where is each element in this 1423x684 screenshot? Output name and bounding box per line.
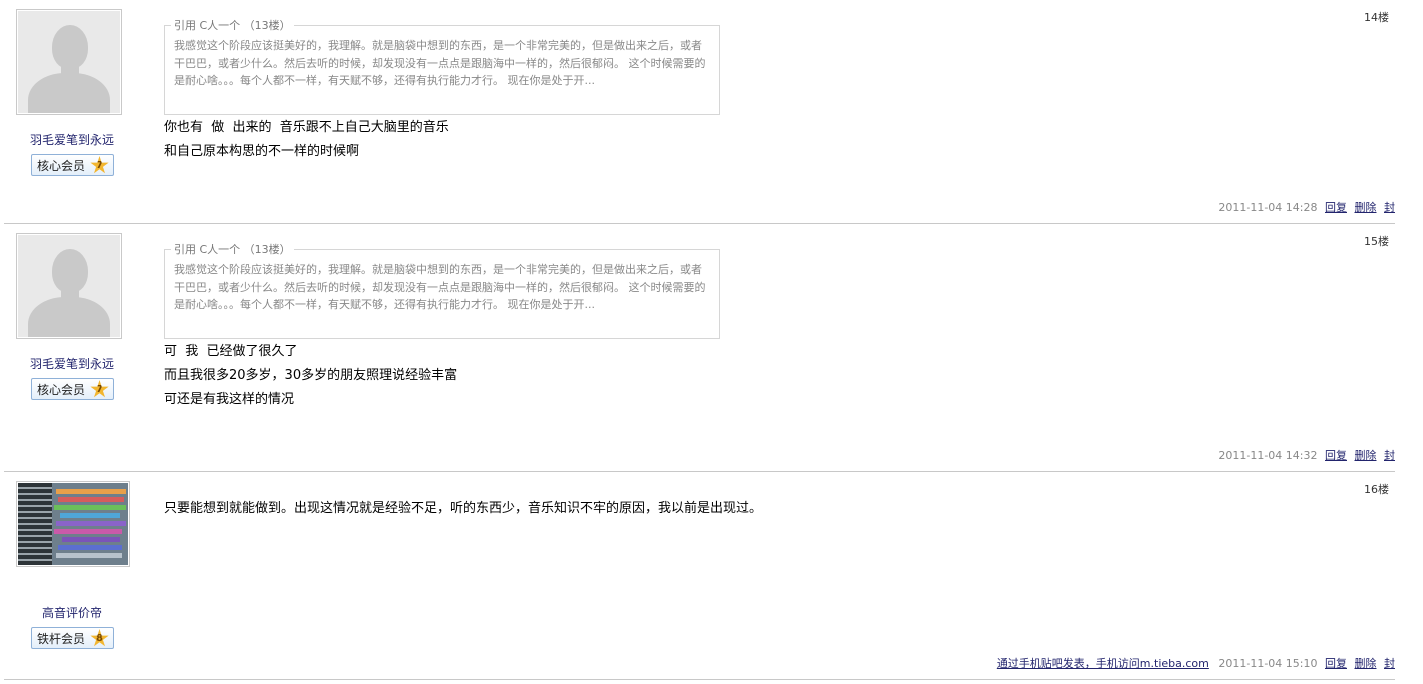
member-badge[interactable]: 核心会员 7 (31, 378, 114, 400)
post-meta: 2011-11-04 14:28 回复 删除 封 (1218, 199, 1395, 215)
quote-title: 引用 C人一个 （13楼） (171, 243, 294, 257)
quote-title: 引用 C人一个 （13楼） (171, 19, 294, 33)
delete-link[interactable]: 删除 (1355, 201, 1377, 214)
level-star-icon: 7 (90, 380, 109, 398)
member-badge-label: 铁杆会员 (37, 632, 86, 646)
content-line: 可 我 已经做了很久了 (164, 344, 298, 359)
user-avatar[interactable] (16, 481, 130, 567)
level-star-icon: 7 (90, 156, 109, 174)
post-floor-15: 15楼 羽毛爱笔到永远 核心会员 7 引用 C人一个 （13楼） 我感觉这个阶段… (4, 224, 1395, 472)
post-time: 2011-11-04 14:32 (1218, 449, 1318, 462)
member-badge-label: 核心会员 (37, 159, 86, 173)
ban-link[interactable]: 封 (1384, 449, 1395, 462)
content-line: 可还是有我这样的情况 (164, 392, 295, 407)
delete-link[interactable]: 删除 (1355, 449, 1377, 462)
username-link[interactable]: 羽毛爱笔到永远 (4, 131, 140, 148)
mobile-source-link[interactable]: 通过手机贴吧发表，手机访问m.tieba.com (997, 657, 1209, 670)
post-content: 可 我 已经做了很久了 而且我很多20多岁，30多岁的朋友照理说经验丰富 可还是… (164, 340, 457, 412)
post-floor-14: 14楼 羽毛爱笔到永远 核心会员 7 引用 C人一个 （13楼） 我感觉这个阶段… (4, 0, 1395, 224)
content-line: 和自己原本构思的不一样的时候啊 (164, 144, 360, 159)
post-floor-16: 16楼 高音评价帝 铁杆会员 8 只要能想到就能做到。出现这情况就是经验不足，听… (4, 472, 1395, 680)
member-badge-label: 核心会员 (37, 383, 86, 397)
default-avatar-icon (18, 11, 120, 113)
reply-link[interactable]: 回复 (1325, 201, 1347, 214)
ban-link[interactable]: 封 (1384, 201, 1395, 214)
post-content: 只要能想到就能做到。出现这情况就是经验不足，听的东西少，音乐知识不牢的原因，我以… (164, 497, 762, 521)
user-avatar[interactable] (16, 233, 122, 339)
member-badge[interactable]: 铁杆会员 8 (31, 627, 114, 649)
username-link[interactable]: 高音评价帝 (4, 604, 140, 621)
quote-text: 我感觉这个阶段应该挺美好的，我理解。就是脑袋中想到的东西，是一个非常完美的，但是… (174, 39, 706, 87)
floor-number: 14楼 (1364, 11, 1389, 24)
content-line: 而且我很多20多岁，30多岁的朋友照理说经验丰富 (164, 368, 458, 383)
delete-link[interactable]: 删除 (1355, 657, 1377, 670)
content-line: 你也有 做 出来的 音乐跟不上自己大脑里的音乐 (164, 120, 449, 135)
content-line: 只要能想到就能做到。出现这情况就是经验不足，听的东西少，音乐知识不牢的原因，我以… (164, 501, 763, 516)
quote-box: 引用 C人一个 （13楼） 我感觉这个阶段应该挺美好的，我理解。就是脑袋中想到的… (164, 243, 720, 339)
floor-number: 15楼 (1364, 235, 1389, 248)
reply-link[interactable]: 回复 (1325, 449, 1347, 462)
post-meta: 2011-11-04 14:32 回复 删除 封 (1218, 447, 1395, 463)
reply-link[interactable]: 回复 (1325, 657, 1347, 670)
username-link[interactable]: 羽毛爱笔到永远 (4, 355, 140, 372)
quote-text: 我感觉这个阶段应该挺美好的，我理解。就是脑袋中想到的东西，是一个非常完美的，但是… (174, 263, 706, 311)
quote-box: 引用 C人一个 （13楼） 我感觉这个阶段应该挺美好的，我理解。就是脑袋中想到的… (164, 19, 720, 115)
post-meta: 通过手机贴吧发表，手机访问m.tieba.com 2011-11-04 15:1… (993, 655, 1395, 671)
post-time: 2011-11-04 15:10 (1218, 657, 1318, 670)
default-avatar-icon (18, 235, 120, 337)
daw-screenshot-avatar-icon (18, 483, 128, 565)
floor-number: 16楼 (1364, 483, 1389, 496)
ban-link[interactable]: 封 (1384, 657, 1395, 670)
post-content: 你也有 做 出来的 音乐跟不上自己大脑里的音乐 和自己原本构思的不一样的时候啊 (164, 116, 449, 164)
member-badge[interactable]: 核心会员 7 (31, 154, 114, 176)
level-star-icon: 8 (90, 629, 109, 647)
post-time: 2011-11-04 14:28 (1218, 201, 1318, 214)
user-avatar[interactable] (16, 9, 122, 115)
